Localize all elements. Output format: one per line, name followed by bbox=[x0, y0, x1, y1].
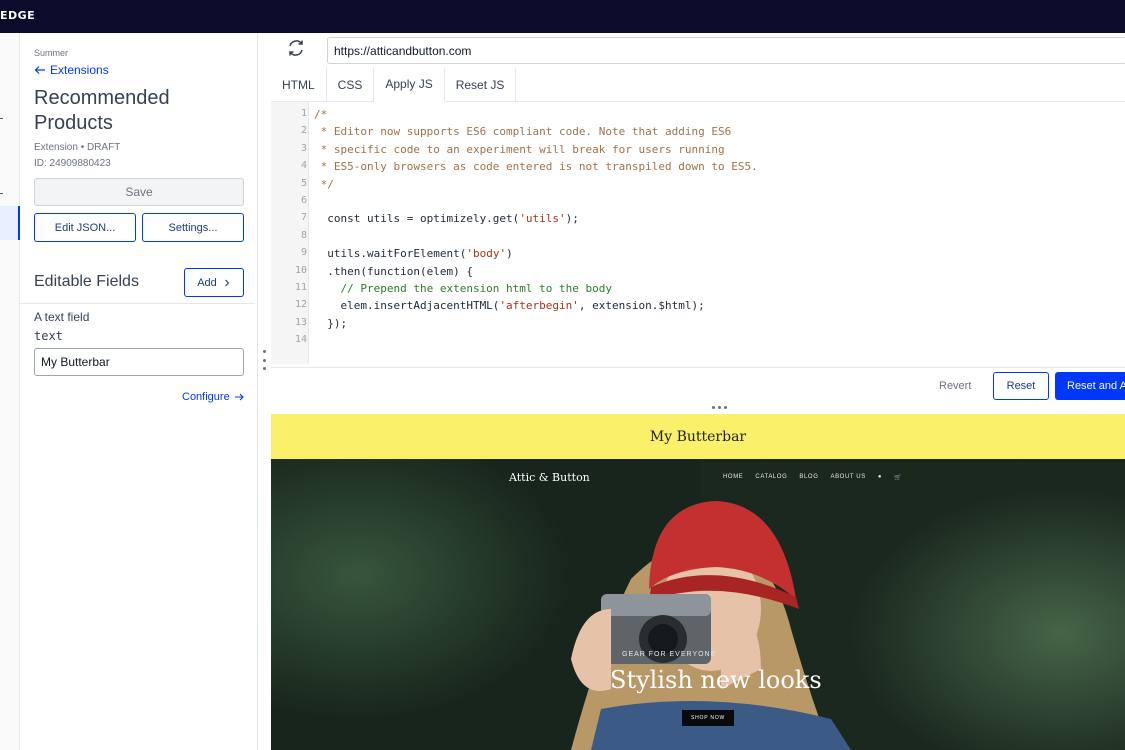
code-editor[interactable]: 1 /* 2 * Editor now supports ES6 compliant… bbox=[271, 102, 1125, 364]
back-link-label: Extensions bbox=[50, 63, 109, 77]
hero-photo bbox=[271, 459, 1125, 750]
code-text: .then(function(elem) { bbox=[314, 264, 473, 278]
shop-nav-catalog[interactable]: CATALOG bbox=[755, 474, 787, 481]
divider bbox=[20, 303, 255, 304]
code-text: utils.waitForElement('body') bbox=[314, 247, 513, 261]
left-rail bbox=[0, 33, 20, 750]
chevron-right-icon bbox=[224, 279, 230, 286]
text-field-input[interactable] bbox=[34, 348, 244, 376]
brand-label: EDGE bbox=[0, 9, 36, 22]
code-text: * specific code to an experiment will br… bbox=[314, 142, 725, 156]
site-preview: My Butterbar Attic & Button HOME CATALOG… bbox=[271, 414, 1125, 750]
settings-button[interactable]: Settings... bbox=[142, 213, 244, 242]
save-button[interactable]: Save bbox=[34, 178, 244, 206]
editor-area: HTML CSS Apply JS Reset JS 1 /* 2 * Editor… bbox=[271, 33, 1125, 750]
extension-id: ID: 24909880423 bbox=[34, 158, 111, 169]
line-number: 1 bbox=[300, 108, 307, 119]
configure-label: Configure bbox=[182, 391, 230, 403]
line-number: 7 bbox=[300, 212, 307, 224]
butterbar: My Butterbar bbox=[271, 414, 1125, 459]
shop-nav-blog[interactable]: BLOG bbox=[799, 474, 818, 481]
page-title: Recommended Products bbox=[34, 87, 170, 134]
field-key: text bbox=[34, 329, 63, 343]
line-number: 11 bbox=[294, 282, 307, 293]
hero-kicker: GEAR FOR EVERYONE bbox=[622, 651, 717, 658]
line-number: 10 bbox=[294, 264, 307, 276]
split-resize-handle[interactable] bbox=[712, 406, 727, 409]
line-number: 4 bbox=[300, 160, 307, 172]
panel-resize-handle[interactable] bbox=[261, 350, 267, 370]
cart-icon[interactable]: 🛒 bbox=[894, 474, 902, 481]
url-input[interactable] bbox=[327, 37, 1125, 64]
field-label: A text field bbox=[34, 310, 90, 324]
editor-actions: Revert Reset Reset and A bbox=[271, 367, 1125, 403]
shop-nav-home[interactable]: HOME bbox=[723, 474, 743, 481]
shop-now-button[interactable]: SHOP NOW bbox=[682, 710, 734, 726]
code-text: const utils = optimizely.get('utils'); bbox=[314, 212, 579, 226]
add-field-button[interactable]: Add bbox=[184, 268, 244, 297]
line-number: 14 bbox=[294, 334, 307, 346]
hero-title: Stylish new looks bbox=[610, 666, 822, 694]
refresh-icon[interactable] bbox=[285, 37, 307, 59]
code-text: * ES5-only browsers as code entered is n… bbox=[314, 160, 758, 174]
edit-json-button[interactable]: Edit JSON... bbox=[34, 213, 136, 242]
line-number: 5 bbox=[300, 177, 307, 189]
rail-item-active[interactable] bbox=[0, 206, 20, 240]
code-text: /* bbox=[314, 108, 328, 121]
editable-fields-heading: Editable Fields bbox=[34, 273, 139, 290]
shop-nav-about[interactable]: ABOUT US bbox=[830, 474, 865, 481]
rail-item-icon[interactable] bbox=[0, 118, 3, 119]
top-bar: EDGE bbox=[0, 0, 1125, 33]
code-tabs: HTML CSS Apply JS Reset JS bbox=[271, 68, 1125, 102]
rail-item-icon[interactable] bbox=[0, 193, 3, 194]
line-number: 9 bbox=[300, 247, 307, 259]
shop-logo[interactable]: Attic & Button bbox=[509, 471, 590, 484]
arrow-left-icon bbox=[34, 66, 45, 74]
code-text: elem.insertAdjacentHTML('afterbegin', ex… bbox=[314, 299, 705, 313]
code-text: }); bbox=[314, 316, 348, 330]
back-to-extensions-link[interactable]: Extensions bbox=[34, 63, 109, 77]
code-text: * Editor now supports ES6 compliant code… bbox=[314, 125, 732, 139]
hero-banner: Attic & Button HOME CATALOG BLOG ABOUT U… bbox=[271, 459, 1125, 750]
tab-reset-js[interactable]: Reset JS bbox=[445, 68, 517, 102]
revert-button[interactable]: Revert bbox=[939, 380, 971, 392]
line-number: 3 bbox=[300, 142, 307, 154]
extension-panel: Summer Extensions Recommended Products E… bbox=[20, 33, 258, 750]
tab-html[interactable]: HTML bbox=[271, 68, 327, 102]
code-text: // Prepend the extension html to the bod… bbox=[314, 282, 613, 295]
line-number: 12 bbox=[294, 299, 307, 311]
reset-and-apply-button[interactable]: Reset and A bbox=[1055, 372, 1125, 400]
context-label: Summer bbox=[34, 48, 69, 58]
tab-apply-js[interactable]: Apply JS bbox=[374, 68, 445, 102]
extension-status: Extension • DRAFT bbox=[34, 142, 121, 153]
code-text: */ bbox=[314, 177, 334, 191]
shop-nav: HOME CATALOG BLOG ABOUT US ● 🛒 bbox=[723, 474, 902, 481]
reset-button[interactable]: Reset bbox=[993, 372, 1049, 400]
add-button-label: Add bbox=[197, 276, 217, 289]
line-number: 6 bbox=[300, 195, 307, 206]
arrow-right-icon bbox=[234, 393, 244, 401]
line-number: 13 bbox=[294, 316, 307, 328]
line-number: 2 bbox=[300, 125, 307, 137]
line-number: 8 bbox=[300, 229, 307, 241]
configure-link[interactable]: Configure bbox=[182, 391, 244, 403]
tab-css[interactable]: CSS bbox=[327, 68, 375, 102]
user-icon[interactable]: ● bbox=[878, 474, 882, 481]
